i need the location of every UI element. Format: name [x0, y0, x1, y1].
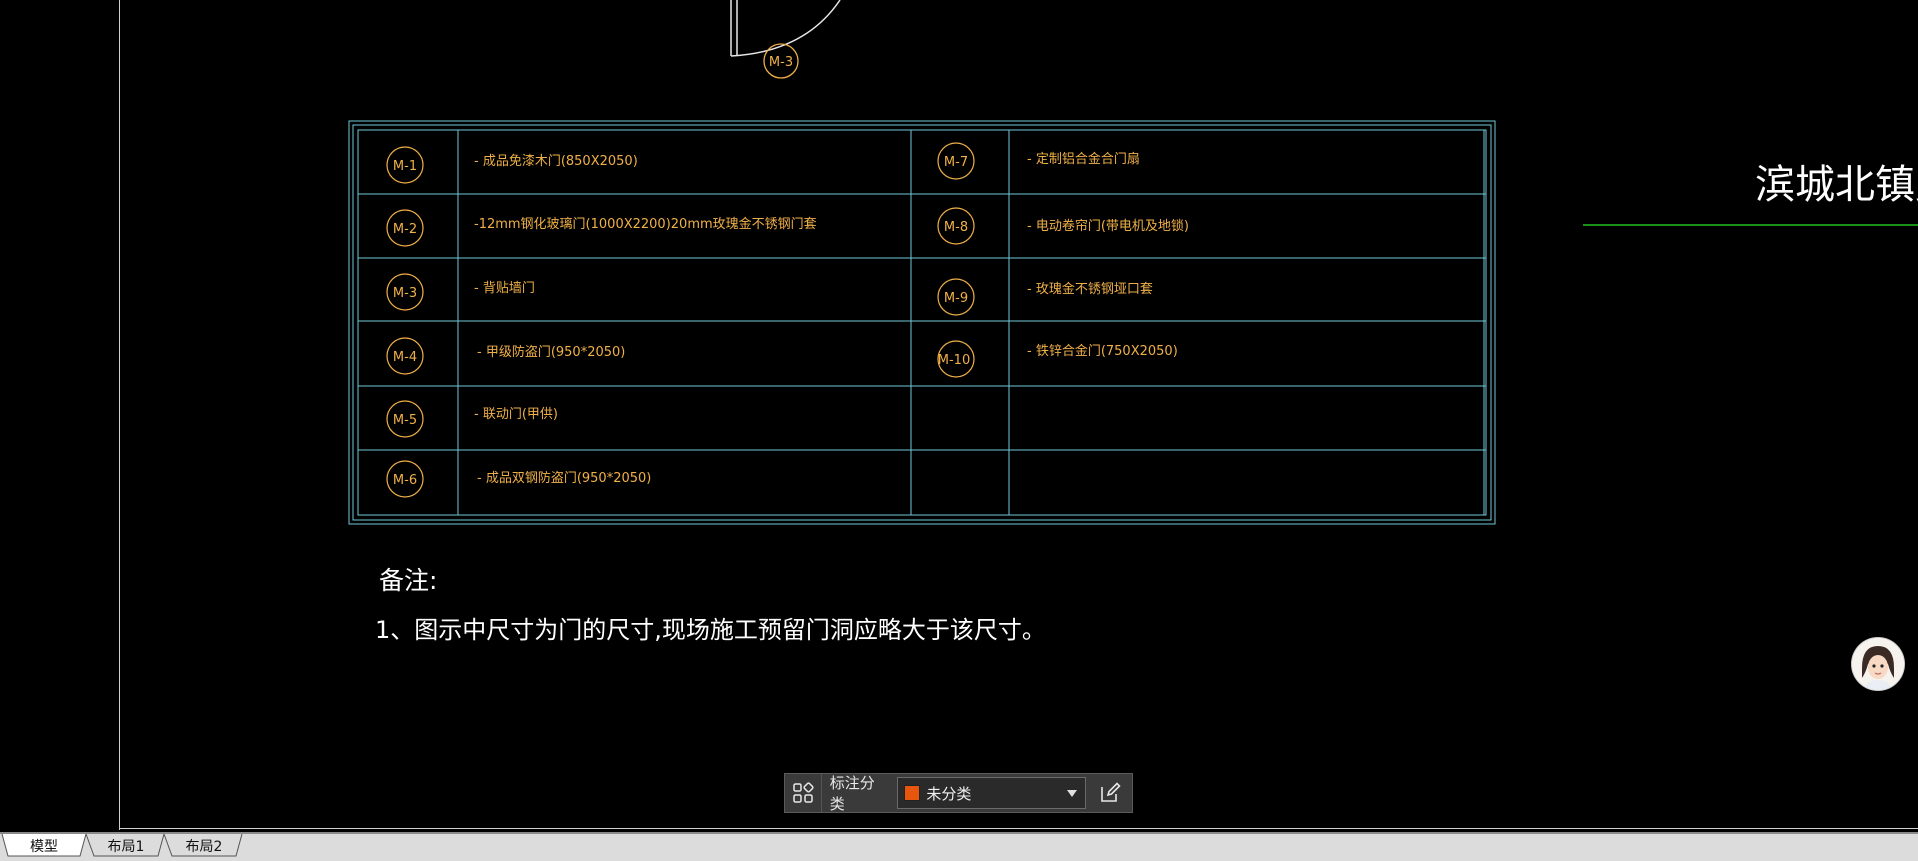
- door-tag: M-7: [944, 155, 968, 170]
- tab-layout-2[interactable]: 布局2: [172, 834, 236, 858]
- door-tag-m3-top: M-3: [763, 43, 799, 79]
- door-tag: M-4: [393, 350, 417, 365]
- door-description: - 成品双钢防盗门(950*2050): [477, 470, 651, 486]
- edit-category-button[interactable]: [1088, 774, 1132, 812]
- door-tag: M-2: [393, 222, 417, 237]
- avatar-icon: [1852, 638, 1904, 690]
- door-description: - 电动卷帘门(带电机及地锁): [1027, 218, 1189, 234]
- category-color-swatch: [904, 785, 921, 801]
- schedule-row-6: M-6 - 成品双钢防盗门(950*2050): [386, 460, 651, 498]
- door-description: - 定制铝合金合门扇: [1027, 151, 1140, 167]
- grid-icon: [793, 782, 814, 803]
- schedule-row-3: M-3 - 背贴墙门 M-9 - 玫瑰金不锈钢垭口套: [386, 273, 1153, 316]
- notes-title: 备注:: [379, 566, 437, 595]
- annotation-category-select[interactable]: 未分类: [897, 777, 1087, 809]
- annotation-toolbar: 标注分类 未分类: [784, 773, 1133, 813]
- schedule-row-5: M-5 - 联动门(甲供): [386, 400, 558, 438]
- schedule-row-2: M-2 -12mm钢化玻璃门(1000X2200)20mm玫瑰金不锈钢门套 M-…: [386, 207, 1189, 247]
- svg-text:M-3: M-3: [769, 55, 793, 70]
- assistant-avatar[interactable]: [1852, 638, 1904, 690]
- door-tag: M-8: [944, 220, 968, 235]
- door-tag: M-9: [944, 291, 968, 306]
- tab-model[interactable]: 模型: [8, 834, 80, 858]
- door-tag: M-10: [938, 353, 970, 368]
- tab-layout-1[interactable]: 布局1: [94, 834, 158, 858]
- door-schedule-table: M-1 - 成品免漆木门(850X2050) M-7 - 定制铝合金合门扇 M-…: [348, 120, 1496, 525]
- layout-tab-bar: 模型 布局1 布局2: [0, 832, 1918, 861]
- door-tag: M-5: [393, 413, 417, 428]
- schedule-row-1: M-1 - 成品免漆木门(850X2050) M-7 - 定制铝合金合门扇: [386, 142, 1140, 184]
- door-swing-symbol: [730, 0, 841, 57]
- door-description: - 背贴墙门: [474, 281, 535, 296]
- chevron-down-icon: [1067, 790, 1078, 797]
- grid-button[interactable]: [785, 774, 822, 812]
- annotation-category-label: 标注分类: [829, 774, 875, 813]
- schedule-row-4: M-4 - 甲级防盗门(950*2050) M-10 - 铁锌合金门(750X2…: [386, 337, 1178, 378]
- category-select-value: 未分类: [926, 784, 972, 803]
- cad-drawing-canvas[interactable]: M-3 滨城北镇支 M-1 - 成品免漆木门(850X2050) M-7 - 定…: [0, 0, 1918, 859]
- edit-icon: [1101, 782, 1121, 802]
- door-description: - 联动门(甲供): [474, 407, 558, 422]
- door-description: -12mm钢化玻璃门(1000X2200)20mm玫瑰金不锈钢门套: [474, 216, 817, 232]
- door-tag: M-6: [393, 473, 417, 488]
- door-description: - 铁锌合金门(750X2050): [1027, 343, 1178, 359]
- door-tag: M-1: [393, 159, 417, 174]
- notes-line-1: 1、图示中尺寸为门的尺寸,现场施工预留门洞应略大于该尺寸。: [375, 616, 1046, 644]
- door-tag: M-3: [393, 286, 417, 301]
- door-description: - 甲级防盗门(950*2050): [477, 344, 625, 360]
- door-description: - 玫瑰金不锈钢垭口套: [1027, 281, 1153, 297]
- drawing-title: 滨城北镇支: [1755, 162, 1918, 208]
- door-description: - 成品免漆木门(850X2050): [474, 153, 638, 169]
